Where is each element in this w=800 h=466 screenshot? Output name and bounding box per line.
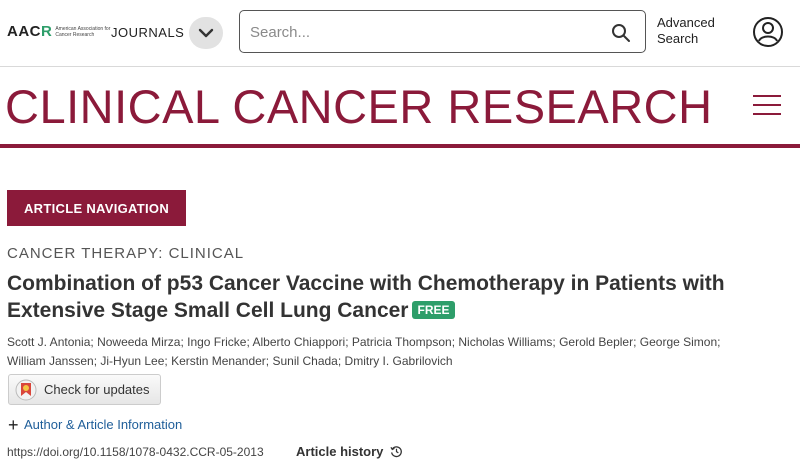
hamburger-line	[753, 104, 781, 106]
hamburger-line	[753, 95, 781, 97]
article-category: CANCER THERAPY: CLINICAL	[7, 245, 245, 262]
author-link[interactable]: Dmitry I. Gabrilovich	[345, 354, 453, 368]
search-box	[239, 10, 646, 53]
chevron-down-icon	[198, 28, 214, 38]
check-for-updates-button[interactable]: Check for updates	[8, 374, 161, 405]
journals-menu-button[interactable]	[189, 17, 223, 49]
check-for-updates-label: Check for updates	[44, 382, 150, 397]
doi-link[interactable]: https://doi.org/10.1158/1078-0432.CCR-05…	[7, 445, 264, 459]
author-link[interactable]: Scott J. Antonia	[7, 335, 90, 349]
article-history-toggle[interactable]: Article history	[296, 444, 403, 459]
author-link[interactable]: Noweeda Mirza	[97, 335, 180, 349]
journals-label[interactable]: JOURNALS	[111, 25, 184, 40]
search-icon[interactable]	[611, 23, 631, 43]
logo-mark: AACR	[7, 23, 53, 40]
history-clock-icon	[390, 446, 403, 458]
author-link[interactable]: Kerstin Menander	[171, 354, 266, 368]
author-article-info-toggle[interactable]: + Author & Article Information	[8, 414, 183, 435]
author-link[interactable]: Nicholas Williams	[458, 335, 552, 349]
author-link[interactable]: Gerold Bepler	[559, 335, 633, 349]
plus-icon: +	[8, 414, 19, 435]
header-divider	[0, 66, 800, 67]
masthead-rule	[0, 144, 800, 148]
author-list: Scott J. Antonia; Noweeda Mirza; Ingo Fr…	[7, 335, 721, 368]
author-link[interactable]: Patricia Thompson	[352, 335, 452, 349]
crossmark-icon	[15, 379, 37, 400]
logo-subtext: American Association for Cancer Research	[55, 25, 111, 38]
aacr-logo[interactable]: AACR American Association for Cancer Res…	[7, 23, 111, 40]
article-title: Combination of p53 Cancer Vaccine with C…	[7, 270, 787, 324]
article-title-text: Combination of p53 Cancer Vaccine with C…	[7, 272, 725, 322]
author-link[interactable]: Ingo Fricke	[187, 335, 246, 349]
author-link[interactable]: George Simon	[640, 335, 717, 349]
free-badge: FREE	[412, 301, 455, 319]
user-icon[interactable]	[752, 16, 784, 48]
article-navigation-button[interactable]: ARTICLE NAVIGATION	[7, 190, 186, 226]
article-history-label: Article history	[296, 444, 384, 459]
advanced-search-link[interactable]: Advanced Search	[657, 15, 737, 47]
author-link[interactable]: Sunil Chada	[272, 354, 337, 368]
author-link[interactable]: Alberto Chiappori	[252, 335, 345, 349]
search-input[interactable]	[250, 21, 590, 43]
author-link[interactable]: William Janssen	[7, 354, 94, 368]
author-link[interactable]: Ji-Hyun Lee	[100, 354, 164, 368]
top-bar: AACR American Association for Cancer Res…	[0, 0, 800, 64]
author-article-info-label: Author & Article Information	[24, 417, 183, 432]
hamburger-line	[753, 113, 781, 115]
hamburger-icon[interactable]	[753, 95, 781, 117]
journal-title[interactable]: CLINICAL CANCER RESEARCH	[5, 79, 713, 134]
